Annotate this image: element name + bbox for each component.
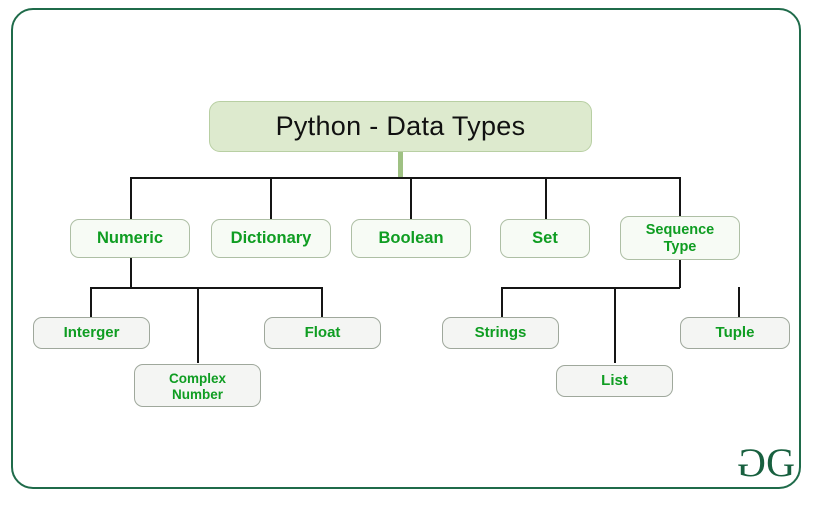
node-sequence-type: Sequence Type [620,216,740,260]
connector-drop-dictionary [270,177,272,219]
node-float: Float [264,317,381,349]
node-numeric: Numeric [70,219,190,258]
node-label-line1: Complex [168,371,226,386]
connector-numeric-bus [90,287,323,289]
connector-sequence-bus [501,287,680,289]
connector-drop-strings [501,287,503,318]
node-label: Python - Data Types [275,111,526,142]
node-label: Numeric [96,228,164,247]
node-label: Interger [63,324,120,342]
connector-drop-set [545,177,547,219]
node-label: Boolean [378,228,444,247]
connector-level2-bus [130,177,680,179]
node-label: Set [532,228,558,247]
connector-drop-list [614,287,616,363]
connector-drop-sequence-type [679,177,681,216]
node-label: List [601,372,628,390]
node-dictionary: Dictionary [211,219,331,258]
geeksforgeeks-logo: GG [738,440,795,485]
node-set: Set [500,219,590,258]
node-label-line2: Number [171,386,223,402]
node-boolean: Boolean [351,219,471,258]
connector-drop-interger [90,287,92,318]
connector-drop-complex-number [197,287,199,363]
connector-numeric-stem [130,258,132,288]
connector-drop-float [321,287,323,318]
connector-title-stem [398,151,403,178]
node-python-data-types: Python - Data Types [209,101,592,152]
connector-drop-boolean [410,177,412,219]
connector-drop-tuple [738,287,740,318]
logo-g: G [766,440,795,485]
diagram-canvas: Python - Data Types Numeric Dictionary B… [0,0,822,505]
node-label: Float [304,324,341,342]
node-complex-number: Complex Number [134,364,261,407]
node-label: Dictionary [230,228,312,247]
node-tuple: Tuple [680,317,790,349]
node-label-line2: Type [663,238,697,255]
node-interger: Interger [33,317,150,349]
logo-mirrored-g: G [738,440,767,485]
connector-drop-numeric [130,177,132,219]
node-label-line1: Sequence [645,222,715,238]
node-list: List [556,365,673,397]
connector-sequence-stem [679,260,681,288]
node-label: Strings [474,324,527,342]
node-strings: Strings [442,317,559,349]
node-label: Tuple [715,324,755,342]
